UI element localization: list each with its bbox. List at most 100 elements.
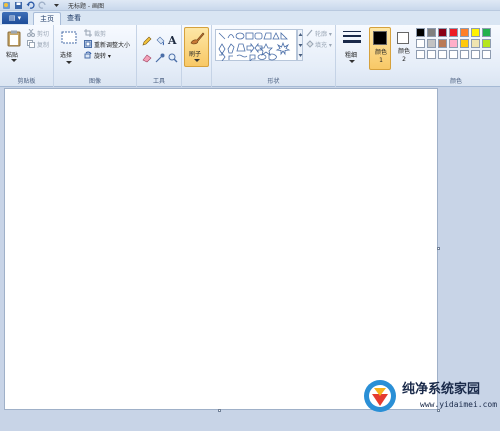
tools-group-label: 工具 [152,78,165,85]
outline-icon [306,29,313,37]
paste-button[interactable]: 粘贴 [3,28,25,66]
size-button[interactable]: 粗细 [340,28,364,68]
chevron-down-icon [349,60,355,63]
rotate-icon [84,51,92,59]
scissors-icon [27,29,35,37]
shapes-group-label: 形状 [267,78,280,85]
paste-label: 粘贴 [6,52,19,59]
brushes-button[interactable]: 刷子 [184,27,209,67]
save-icon[interactable] [14,1,23,10]
brushes-label: 刷子 [189,51,202,58]
image-group: 选择 裁剪 重新调整大小 旋转 ▾ 图像 [54,25,137,87]
resize-label: 重新调整大小 [94,42,131,49]
tools-group: A 工具 [137,25,182,87]
shapes-gallery[interactable] [215,29,297,61]
chevron-down-icon [11,59,17,62]
drawing-canvas[interactable] [4,88,438,410]
watermark-logo [364,380,396,412]
copy-label: 复制 [37,42,50,49]
size-label: 粗细 [345,52,358,59]
color-swatch[interactable] [460,28,469,37]
color-swatch[interactable] [416,39,425,48]
color-swatch[interactable] [449,28,458,37]
color-swatch[interactable] [438,28,447,37]
file-menu-button[interactable]: ▤ ▾ [2,12,28,24]
tab-home[interactable]: 主页 [33,12,61,25]
fill-bucket-icon[interactable] [155,36,165,46]
crop-icon [84,29,92,37]
watermark: 纯净系统家园 www.yidaimei.com [360,372,500,431]
color-swatch[interactable] [449,50,458,59]
crop-button[interactable]: 裁剪 [84,29,134,38]
undo-icon[interactable] [26,1,35,10]
fill-icon [306,40,314,48]
rotate-button[interactable]: 旋转 ▾ [84,51,124,60]
size-group: 粗细 [336,25,368,87]
color-swatch[interactable] [471,50,480,59]
outline-label: 轮廓 ▾ [315,31,332,38]
crop-label: 裁剪 [94,31,107,38]
chevron-down-icon [66,61,72,64]
cut-button[interactable]: 剪切 [27,29,52,38]
color-swatch[interactable] [482,39,491,48]
color1-swatch [373,31,387,45]
image-group-label: 图像 [88,78,101,85]
select-button[interactable]: 选择 [58,28,80,68]
fill-label: 填充 ▾ [315,42,332,49]
color-swatch[interactable] [482,28,491,37]
resize-handle-right[interactable] [437,247,440,250]
color-swatch[interactable] [449,39,458,48]
resize-icon [84,40,92,48]
clipboard-group: 粘贴 剪切 复制 剪贴板 [0,25,54,87]
copy-icon [27,40,35,48]
shape-fill-button[interactable]: 填充 ▾ [306,40,336,49]
color1-label: 颜色 1 [374,49,387,64]
colors-group: 颜色 1 颜色 2 颜色 [366,25,500,87]
color-swatch[interactable] [427,50,436,59]
magnifier-icon[interactable] [168,53,178,63]
watermark-title: 纯净系统家园 [402,382,481,397]
brushes-group: 刷子 [182,25,212,87]
eraser-icon[interactable] [142,53,152,63]
rotate-label: 旋转 ▾ [94,53,111,60]
color-swatch[interactable] [482,50,491,59]
color1-button[interactable]: 颜色 1 [369,27,391,70]
color2-label: 颜色 2 [397,48,410,63]
color-swatch[interactable] [460,50,469,59]
color-swatch[interactable] [460,39,469,48]
clipboard-icon [7,30,21,47]
ribbon-tabs: ▤ ▾ 主页 查看 [0,11,500,25]
shape-outline-button[interactable]: 轮廓 ▾ [306,29,336,38]
color-swatch[interactable] [438,39,447,48]
color2-button[interactable]: 颜色 2 [394,27,414,70]
cut-label: 剪切 [37,31,50,38]
tab-view[interactable]: 查看 [61,12,87,25]
color-picker-icon[interactable] [155,53,165,63]
shapes-gallery-scroll[interactable] [297,29,303,61]
text-tool-icon[interactable]: A [168,34,177,47]
title-bar: 无标题 - 画图 [0,0,500,11]
redo-icon[interactable] [38,1,47,10]
watermark-url: www.yidaimei.com [420,400,498,409]
color-swatch[interactable] [471,28,480,37]
color-swatch[interactable] [438,50,447,59]
copy-button[interactable]: 复制 [27,40,52,49]
shape-icons [218,32,291,61]
color-swatch[interactable] [416,28,425,37]
color-swatch[interactable] [471,39,480,48]
paint-app-icon [3,2,10,9]
chevron-down-icon [194,59,200,62]
select-label: 选择 [60,52,73,59]
shapes-group: 轮廓 ▾ 填充 ▾ 形状 [212,25,336,87]
colors-group-label: 颜色 [449,78,462,85]
ribbon: 粘贴 剪切 复制 剪贴板 选择 裁剪 重新调整大小 旋转 ▾ 图像 A 工具 刷… [0,25,500,87]
color-swatch[interactable] [416,50,425,59]
resize-handle-bottom[interactable] [218,409,221,412]
select-rectangle-icon [61,31,77,44]
color-swatch[interactable] [427,39,436,48]
color-swatch[interactable] [427,28,436,37]
resize-button[interactable]: 重新调整大小 [84,40,136,49]
brush-icon [190,32,205,45]
pencil-icon[interactable] [142,36,152,46]
customize-toolbar-icon[interactable] [52,1,61,10]
